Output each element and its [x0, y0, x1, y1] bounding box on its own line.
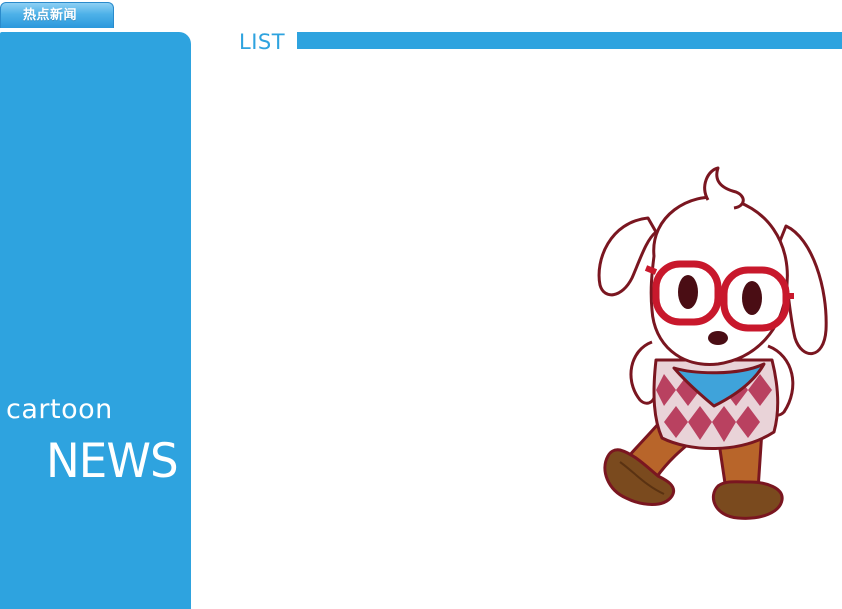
- mascot-left-ear: [597, 216, 658, 297]
- tab-label: 热点新闻: [23, 8, 78, 23]
- mascot-illustration: [597, 166, 828, 520]
- tab-hot-news[interactable]: 热点新闻: [0, 2, 114, 28]
- section-title-bar: [297, 32, 842, 49]
- section-title: LIST: [239, 30, 286, 54]
- page: 热点新闻 cartoon NEWS LIST: [0, 0, 842, 609]
- mascot-right-shoe: [712, 480, 784, 520]
- mascot-left-arm: [629, 340, 657, 405]
- mascot-right-eye: [742, 281, 762, 315]
- brand-cartoon-text: cartoon: [6, 394, 113, 425]
- sidebar-panel: cartoon NEWS: [0, 32, 191, 609]
- brand-news-text: NEWS: [46, 434, 179, 489]
- mascot-left-eye: [678, 275, 698, 309]
- mascot-nose: [708, 331, 728, 345]
